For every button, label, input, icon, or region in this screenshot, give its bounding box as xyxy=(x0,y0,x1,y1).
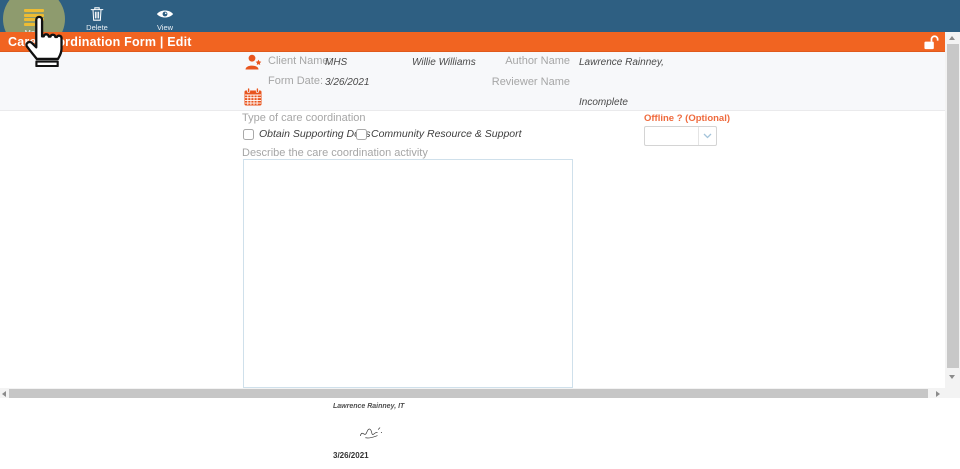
signature-footer: Lawrence Rainney, IT 3/26/2021 xyxy=(0,398,960,469)
person-add-icon xyxy=(244,53,264,73)
scrollbar-corner xyxy=(945,388,960,398)
reviewer-name-label: Reviewer Name xyxy=(460,76,570,88)
calendar-icon[interactable] xyxy=(243,87,263,107)
status-text: Incomplete xyxy=(579,97,628,108)
vertical-scrollbar-thumb[interactable] xyxy=(947,44,959,368)
top-toolbar: Menu Delete View xyxy=(0,0,960,32)
dropdown-chevron-zone[interactable] xyxy=(698,127,716,145)
app-window: Menu Delete View Care Coordination Form … xyxy=(0,0,960,469)
checkbox-community-resource-support[interactable] xyxy=(356,129,367,140)
author-name-label: Author Name xyxy=(460,55,570,67)
delete-button[interactable]: Delete xyxy=(75,2,119,32)
form-date-label: Form Date: xyxy=(268,75,323,87)
client-id-value: MHS xyxy=(325,57,347,68)
signature-date: 3/26/2021 xyxy=(333,451,369,460)
offline-optional-label: Offline ? (Optional) xyxy=(644,113,730,124)
form-title-bar: Care Coordination Form | Edit xyxy=(0,32,945,52)
view-button-label: View xyxy=(143,23,187,32)
scroll-left-arrow-icon[interactable] xyxy=(2,391,6,397)
checkbox-label[interactable]: Obtain Supporting Docs xyxy=(259,128,370,140)
horizontal-scrollbar[interactable] xyxy=(0,388,945,398)
trash-icon xyxy=(89,6,105,22)
horizontal-scrollbar-thumb[interactable] xyxy=(9,389,928,398)
signed-by-text: Lawrence Rainney, IT xyxy=(333,403,404,410)
unlock-icon[interactable] xyxy=(922,35,940,50)
view-button[interactable]: View xyxy=(143,2,187,32)
author-name-value: Lawrence Rainney, xyxy=(579,57,664,68)
form-date-value[interactable]: 3/26/2021 xyxy=(325,77,370,88)
scroll-up-arrow-icon[interactable] xyxy=(949,36,955,40)
eye-icon xyxy=(156,8,174,20)
hamburger-icon xyxy=(24,14,44,17)
signature-scribble xyxy=(357,423,389,442)
checkbox-obtain-supporting-docs[interactable] xyxy=(243,129,254,140)
menu-button[interactable]: Menu xyxy=(12,2,56,32)
hamburger-icon xyxy=(24,9,44,12)
scroll-down-arrow-icon[interactable] xyxy=(949,375,955,379)
describe-activity-textarea[interactable] xyxy=(243,159,573,388)
offline-dropdown[interactable] xyxy=(644,126,717,146)
client-name-label: Client Name: xyxy=(268,55,332,67)
hamburger-icon xyxy=(24,23,35,26)
type-of-care-label: Type of care coordination xyxy=(242,112,366,124)
page-title: Care Coordination Form | Edit xyxy=(8,35,192,49)
vertical-scrollbar[interactable] xyxy=(945,32,960,388)
describe-activity-label: Describe the care coordination activity xyxy=(242,147,428,159)
chevron-down-icon xyxy=(703,133,712,139)
delete-button-label: Delete xyxy=(75,23,119,32)
hamburger-icon xyxy=(24,18,44,21)
scroll-right-arrow-icon[interactable] xyxy=(936,391,940,397)
checkbox-label[interactable]: Community Resource & Support xyxy=(371,128,522,140)
